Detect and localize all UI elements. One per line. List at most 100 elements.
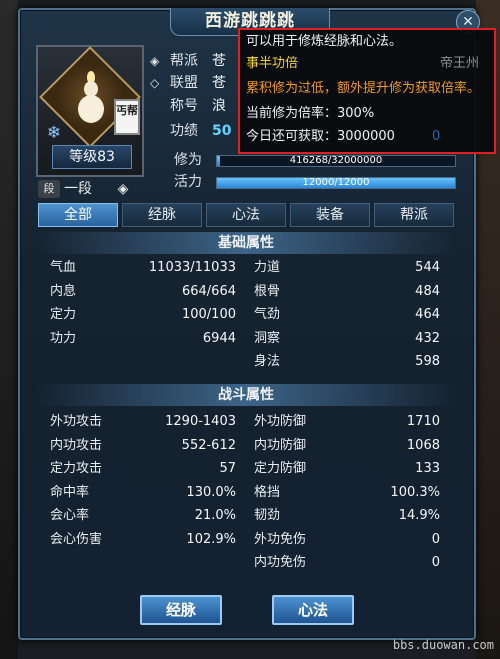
basic-stat-left-name: 定力 xyxy=(50,307,77,322)
tab-bar: 全部 经脉 心法 装备 帮派 xyxy=(38,203,458,227)
tooltip-line-3: 累积修为过低，额外提升修为获取倍率。 xyxy=(246,81,481,96)
combat-stat-row: 会心率 21.0% 韧劲 14.9% xyxy=(36,504,456,528)
level-plate: 等级83 xyxy=(52,145,132,169)
tooltip: 可以用于修炼经脉和心法。 事半功倍 帝王州 累积修为过低，额外提升修为获取倍率。… xyxy=(238,28,496,154)
basic-stat-left-name: 气血 xyxy=(50,260,77,275)
basic-stat-left-value: 100/100 xyxy=(181,307,236,322)
basic-stat-right-name: 洞察 xyxy=(254,330,281,346)
combat-stat-left-value: 130.0% xyxy=(186,484,236,500)
combat-stat-row: 命中率 130.0% 格挡 100.3% xyxy=(36,481,456,505)
combat-stat-right-name: 定力防御 xyxy=(254,461,307,476)
merit-label: 功绩 xyxy=(170,123,198,139)
combat-stat-left-value: 57 xyxy=(219,461,236,476)
combat-stat-left-name: 内功攻击 xyxy=(50,437,103,453)
vitality-label: 活力 xyxy=(174,174,202,190)
avatar[interactable]: 丐帮 ❄ 等级83 xyxy=(36,45,144,177)
basic-stat-right-value: 432 xyxy=(415,330,440,346)
basic-stat-right-value: 544 xyxy=(415,260,440,275)
tooltip-line-1: 可以用于修炼经脉和心法。 xyxy=(246,34,403,49)
meridian-button[interactable]: 经脉 xyxy=(140,595,222,625)
sect-badge: 丐帮 xyxy=(114,99,140,135)
combat-stat-right-value: 0 xyxy=(431,531,440,547)
tab-meridian[interactable]: 经脉 xyxy=(122,203,202,227)
basic-stat-row: 身法 598 xyxy=(36,350,456,374)
mind-button[interactable]: 心法 xyxy=(272,595,354,625)
combat-stat-right-value: 0 xyxy=(431,555,440,570)
basic-stat-row: 内息 664/664 根骨 484 xyxy=(36,280,456,304)
tooltip-line-4: 当前修为倍率：300% xyxy=(246,106,375,121)
gourd-icon xyxy=(76,71,106,131)
rank-icon: 段 xyxy=(38,180,60,198)
title-value: 浪 xyxy=(212,98,226,114)
basic-stat-right-name: 根骨 xyxy=(254,283,281,299)
combat-stat-left-value: 552-612 xyxy=(181,437,236,453)
combat-stat-right-value: 1710 xyxy=(406,414,440,429)
combat-stat-row: 内功攻击 552-612 内功防御 1068 xyxy=(36,434,456,458)
background-left xyxy=(0,0,18,659)
tab-all[interactable]: 全部 xyxy=(38,203,118,227)
combat-attributes-list: 外功攻击 1290-1403 外功防御 1710 内功攻击 552-612 内功防御 1068… xyxy=(36,410,456,575)
combat-stat-right-name: 外功防御 xyxy=(254,414,307,429)
combat-stat-right-value: 133 xyxy=(415,461,440,476)
basic-stat-left-name: 内息 xyxy=(50,283,77,299)
tab-mind[interactable]: 心法 xyxy=(206,203,286,227)
cultivation-label: 修为 xyxy=(174,152,202,168)
combat-stat-right-name: 外功免伤 xyxy=(254,531,307,547)
combat-stat-left-name: 定力攻击 xyxy=(50,461,103,476)
watermark: bbs.duowan.com xyxy=(392,638,494,652)
alliance-value: 苍 xyxy=(212,75,226,91)
combat-stat-right-value: 14.9% xyxy=(398,508,440,523)
rank-text: 一段 xyxy=(64,181,92,197)
combat-stat-row: 外功攻击 1290-1403 外功防御 1710 xyxy=(36,410,456,434)
combat-stat-right-name: 韧劲 xyxy=(254,508,281,523)
combat-stat-right-value: 100.3% xyxy=(390,484,440,500)
basic-stat-row: 气血 11033/11033 力道 544 xyxy=(36,256,456,280)
combat-stat-left-name: 会心伤害 xyxy=(50,531,103,547)
combat-stat-right-name: 内功免伤 xyxy=(254,555,307,570)
cultivation-bar-text: 416268/32000000 xyxy=(289,155,383,166)
combat-attributes-heading: 战斗属性 xyxy=(36,384,456,406)
basic-stat-right-value: 484 xyxy=(415,283,440,299)
sect-label: 帮派 xyxy=(170,53,198,69)
tooltip-behind-text: 帝王州 xyxy=(440,56,480,71)
merit-value: 50 xyxy=(212,123,232,139)
combat-stat-row: 定力攻击 57 定力防御 133 xyxy=(36,457,456,481)
cultivation-bar[interactable]: 416268/32000000 xyxy=(216,155,456,167)
combat-stat-left-name: 会心率 xyxy=(50,508,90,523)
basic-stat-right-value: 598 xyxy=(415,354,440,369)
basic-stat-left-value: 6944 xyxy=(202,330,236,346)
rank-row: 段 一段 ◈ xyxy=(38,178,138,200)
combat-stat-right-name: 格挡 xyxy=(254,484,281,500)
combat-stat-row: 内功免伤 0 xyxy=(36,551,456,575)
combat-stat-left-value: 21.0% xyxy=(194,508,236,523)
basic-attributes-list: 气血 11033/11033 力道 544 内息 664/664 根骨 484 定力 100/10… xyxy=(36,256,456,374)
snowflake-icon: ❄ xyxy=(46,123,62,143)
basic-attributes-heading: 基础属性 xyxy=(36,232,456,254)
basic-stat-left-value: 664/664 xyxy=(181,283,236,299)
alliance-label: 联盟 xyxy=(170,75,198,91)
vitality-bar[interactable]: 12000/12000 xyxy=(216,177,456,189)
combat-stat-left-name: 外功攻击 xyxy=(50,414,103,429)
basic-stat-row: 定力 100/100 气劲 464 xyxy=(36,303,456,327)
basic-stat-left-value: 11033/11033 xyxy=(148,260,236,275)
sect-diamond-icon: ◈ xyxy=(150,54,160,68)
combat-stat-left-value: 1290-1403 xyxy=(165,414,236,429)
tab-sect[interactable]: 帮派 xyxy=(374,203,454,227)
eye-icon[interactable]: ◈ xyxy=(112,179,134,199)
basic-stat-right-name: 身法 xyxy=(254,354,281,369)
basic-stat-row: 功力 6944 洞察 432 xyxy=(36,327,456,351)
basic-stat-right-name: 力道 xyxy=(254,260,281,275)
tooltip-line-2: 事半功倍 xyxy=(246,56,299,71)
tooltip-behind-zero: 0 xyxy=(432,129,441,144)
basic-stat-right-name: 气劲 xyxy=(254,307,281,322)
combat-stat-left-value: 102.9% xyxy=(186,531,236,547)
sect-value: 苍 xyxy=(212,53,226,69)
combat-stat-left-name: 命中率 xyxy=(50,484,90,500)
basic-stat-right-value: 464 xyxy=(415,307,440,322)
basic-stat-left-name: 功力 xyxy=(50,330,77,346)
tooltip-line-5: 今日还可获取：3000000 xyxy=(246,129,395,144)
title-label: 称号 xyxy=(170,98,198,114)
tab-equipment[interactable]: 装备 xyxy=(290,203,370,227)
combat-stat-right-name: 内功防御 xyxy=(254,437,307,453)
alliance-diamond-icon: ◇ xyxy=(150,76,160,90)
